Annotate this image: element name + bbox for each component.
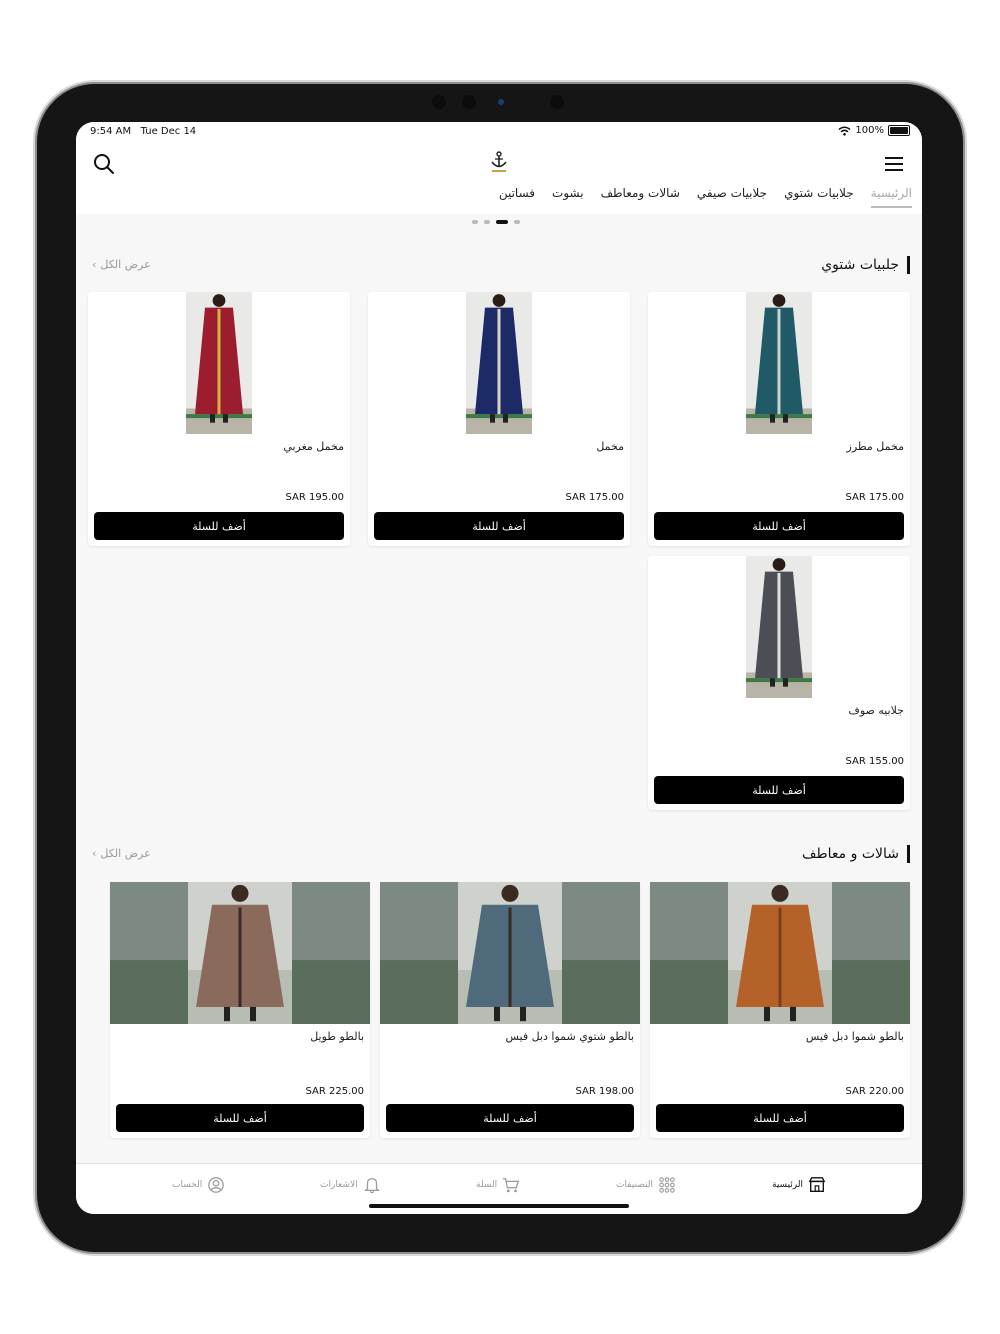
view-all-link[interactable]: ‹ عرض الكل <box>92 847 151 860</box>
add-to-cart-button[interactable]: أضف للسلة <box>374 512 624 540</box>
product-card[interactable]: مخمل SAR 175.00 أضف للسلة <box>368 292 630 546</box>
bottom-nav-label: الاشعارات <box>320 1180 358 1190</box>
camera-housing <box>432 93 572 111</box>
add-to-cart-button[interactable]: أضف للسلة <box>116 1104 364 1132</box>
product-card[interactable]: بالطو طويل SAR 225.00 أضف للسلة <box>110 882 370 1138</box>
product-photo <box>746 292 812 434</box>
status-time: 9:54 AM Tue Dec 14 <box>90 126 197 137</box>
product-name: مخمل مغربي <box>283 440 344 453</box>
product-card[interactable]: جلابيه صوف SAR 155.00 أضف للسلة <box>648 556 910 810</box>
product-card[interactable]: بالطو شموا دبل فيس SAR 220.00 أضف للسلة <box>650 882 910 1138</box>
bottom-nav-item[interactable]: التصنيفات <box>616 1176 676 1194</box>
product-image[interactable] <box>380 882 640 1024</box>
product-price: SAR 175.00 <box>845 492 905 503</box>
product-price: SAR 195.00 <box>285 492 345 503</box>
battery-percent: 100% <box>855 125 884 136</box>
product-name: جلابيه صوف <box>848 704 904 717</box>
product-name: بالطو طويل <box>310 1030 364 1043</box>
category-tab[interactable]: جلابيات صيفي <box>697 186 767 208</box>
product-name: بالطو شتوي شموا دبل فيس <box>505 1030 635 1043</box>
product-card[interactable]: بالطو شتوي شموا دبل فيس SAR 198.00 أضف للس… <box>380 882 640 1138</box>
product-name: بالطو شموا دبل فيس <box>805 1030 904 1043</box>
carousel-dot[interactable] <box>484 220 490 224</box>
bottom-nav-item[interactable]: الرئيسية <box>772 1176 826 1194</box>
add-to-cart-button[interactable]: أضف للسلة <box>386 1104 634 1132</box>
view-all-link[interactable]: ‹ عرض الكل <box>92 258 151 271</box>
carousel-dots <box>472 220 520 224</box>
product-card[interactable]: مخمل مطرز SAR 175.00 أضف للسلة <box>648 292 910 546</box>
category-tab[interactable]: الرئيسية <box>870 186 913 208</box>
store-icon <box>808 1177 826 1192</box>
product-photo <box>746 556 812 698</box>
product-photo <box>110 882 370 1024</box>
menu-icon[interactable] <box>882 152 906 176</box>
bottom-nav-item[interactable]: السلة <box>476 1176 520 1194</box>
product-price: SAR 220.00 <box>845 1086 905 1097</box>
add-to-cart-button[interactable]: أضف للسلة <box>654 512 904 540</box>
product-price: SAR 175.00 <box>565 492 625 503</box>
chevron-left-icon: ‹ <box>92 847 97 860</box>
bottom-nav-item[interactable]: الاشعارات <box>320 1176 381 1194</box>
status-bar: 9:54 AM Tue Dec 14 100% <box>76 122 922 142</box>
cart-icon <box>502 1178 520 1193</box>
product-image[interactable] <box>186 292 252 434</box>
product-price: SAR 225.00 <box>305 1086 365 1097</box>
product-image[interactable] <box>746 556 812 698</box>
carousel-dot[interactable] <box>472 220 478 224</box>
product-photo <box>380 882 640 1024</box>
add-to-cart-button[interactable]: أضف للسلة <box>654 776 904 804</box>
app-screen: 9:54 AM Tue Dec 14 100% الرئيسية جلابيات… <box>76 122 922 1214</box>
section-title-shawls-coats: شالات و معاطف <box>802 845 910 863</box>
carousel-dot[interactable] <box>514 220 520 224</box>
battery-icon <box>888 125 910 136</box>
user-icon <box>208 1177 225 1193</box>
product-photo <box>466 292 532 434</box>
brand-logo[interactable] <box>488 150 510 174</box>
section-title-winter-jalabiyas: جلبيات شتوي <box>821 256 910 274</box>
search-icon[interactable] <box>92 152 116 176</box>
wifi-icon <box>838 126 851 136</box>
category-tab[interactable]: شالات ومعاطف <box>601 186 680 208</box>
category-tab[interactable]: فساتين <box>499 186 535 208</box>
bottom-nav-item[interactable]: الحساب <box>172 1176 225 1194</box>
product-name: مخمل <box>596 440 624 453</box>
bottom-nav-label: الرئيسية <box>772 1180 803 1190</box>
bottom-nav-label: التصنيفات <box>616 1180 653 1190</box>
category-tabs: الرئيسية جلابيات شتوي جلابيات صيفي شالات وم… <box>499 186 913 208</box>
product-card[interactable]: مخمل مغربي SAR 195.00 أضف للسلة <box>88 292 350 546</box>
bottom-nav-label: السلة <box>476 1180 498 1190</box>
carousel-dot[interactable] <box>496 220 508 224</box>
category-tab[interactable]: جلابيات شتوي <box>784 186 854 208</box>
status-indicators: 100% <box>838 125 910 136</box>
product-image[interactable] <box>650 882 910 1024</box>
category-tab[interactable]: بشوت <box>552 186 584 208</box>
add-to-cart-button[interactable]: أضف للسلة <box>656 1104 904 1132</box>
product-image[interactable] <box>746 292 812 434</box>
chevron-left-icon: ‹ <box>92 258 97 271</box>
product-photo <box>650 882 910 1024</box>
product-image[interactable] <box>110 882 370 1024</box>
bottom-nav-label: الحساب <box>172 1180 203 1190</box>
add-to-cart-button[interactable]: أضف للسلة <box>94 512 344 540</box>
home-indicator <box>369 1204 629 1208</box>
app-header: الرئيسية جلابيات شتوي جلابيات صيفي شالات وم… <box>76 142 922 214</box>
grid-icon <box>659 1177 675 1193</box>
product-image[interactable] <box>466 292 532 434</box>
product-price: SAR 198.00 <box>575 1086 635 1097</box>
product-price: SAR 155.00 <box>845 756 905 767</box>
bell-icon <box>363 1178 380 1194</box>
product-name: مخمل مطرز <box>846 440 904 453</box>
product-photo <box>186 292 252 434</box>
